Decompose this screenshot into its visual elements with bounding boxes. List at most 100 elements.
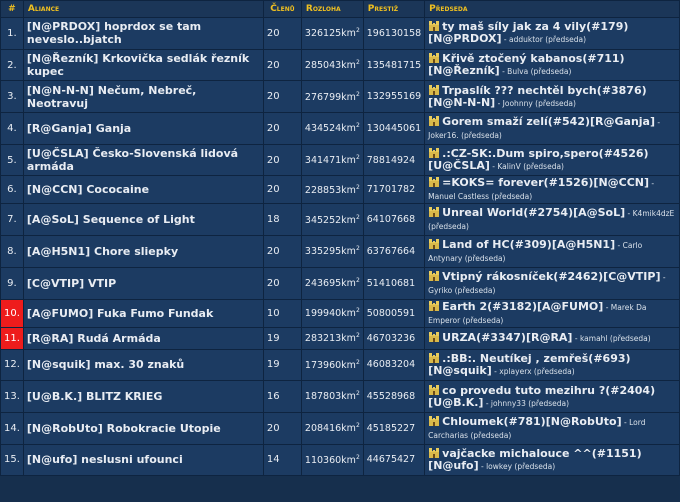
castle-icon bbox=[428, 447, 440, 458]
table-row: 4. [R@Ganja] Ganja 20 434524km2 130445061 Gor… bbox=[1, 113, 679, 144]
capital-link[interactable]: Land of HC(#309)[A@H5N1] bbox=[442, 238, 615, 251]
members-cell: 20 bbox=[263, 81, 301, 113]
header-area[interactable]: Rozloha bbox=[301, 1, 363, 17]
members-cell: 19 bbox=[263, 327, 301, 349]
header-chair: Předseda bbox=[425, 1, 679, 17]
area-cell: 276799km2 bbox=[301, 81, 363, 113]
header-members[interactable]: Členů bbox=[263, 1, 301, 17]
alliance-link[interactable]: [R@RA] Rudá Armáda bbox=[23, 327, 263, 349]
chair-role-label: (předseda) bbox=[461, 130, 502, 140]
chair-role-label: (předseda) bbox=[464, 253, 506, 263]
area-cell: 243695km2 bbox=[301, 267, 363, 299]
capital-link[interactable]: =KOKS= forever(#1526)[N@CCN] bbox=[442, 176, 649, 189]
castle-icon bbox=[428, 270, 440, 281]
members-cell: 14 bbox=[263, 444, 301, 476]
alliance-link[interactable]: [N@Řezník] Krkovička sedlák řezník kupec bbox=[23, 49, 263, 81]
capital-link[interactable]: Earth 2(#3182)[A@FUMO] bbox=[442, 300, 603, 313]
rank-cell: 4. bbox=[1, 113, 23, 144]
alliance-link[interactable]: [N@CCN] Cococaine bbox=[23, 176, 263, 204]
capital-link[interactable]: Vtipný rákosníček(#2462)[C@VTIP] bbox=[442, 270, 660, 283]
members-cell: 10 bbox=[263, 299, 301, 327]
chief-link[interactable]: Joker16. bbox=[428, 131, 459, 140]
prestige-cell: 46703236 bbox=[363, 327, 425, 349]
capital-link[interactable]: Chloumek(#781)[N@RobUto] bbox=[442, 415, 621, 428]
capital-link[interactable]: Unreal World(#2754)[A@SoL] bbox=[442, 206, 625, 219]
alliance-link[interactable]: [N@squik] max. 30 znaků bbox=[23, 349, 263, 381]
chief-link[interactable]: KalinV bbox=[497, 162, 520, 171]
alliance-link[interactable]: [N@RobUto] Robokracie Utopie bbox=[23, 412, 263, 444]
rank-cell: 12. bbox=[1, 349, 23, 381]
chief-link[interactable]: Manuel Castless bbox=[428, 192, 489, 201]
chief-link[interactable]: Gyriko bbox=[428, 286, 452, 295]
table-row: 10. [A@FUMO] Fuka Fumo Fundak 10 199940km2 5… bbox=[1, 299, 679, 327]
chair-cell: Křivě ztočený kabanos(#711)[N@Řezník] - … bbox=[425, 49, 679, 81]
table-row: 8. [A@H5N1] Chore sliepky 20 335295km2 63767… bbox=[1, 236, 679, 267]
alliance-link[interactable]: [N@ufo] neslusni ufounci bbox=[23, 444, 263, 476]
table-row: 9. [C@VTIP] VTIP 20 243695km2 51410681 Vtipný… bbox=[1, 267, 679, 299]
castle-icon bbox=[428, 300, 440, 311]
prestige-cell: 44675427 bbox=[363, 444, 425, 476]
capital-link[interactable]: Gorem smaží zelí(#542)[R@Ganja] bbox=[442, 115, 655, 128]
chair-role-label: (předseda) bbox=[609, 334, 651, 343]
chair-cell: ty maš síly jak za 4 vily(#179)[N@PRDOX]… bbox=[425, 18, 679, 49]
chair-role-label: (předseda) bbox=[454, 285, 496, 295]
alliance-link[interactable]: [A@FUMO] Fuka Fumo Fundak bbox=[23, 299, 263, 327]
area-cell: 110360km2 bbox=[301, 444, 363, 476]
rank-cell: 13. bbox=[1, 381, 23, 412]
table-row: 11. [R@RA] Rudá Armáda 19 283213km2 46703236… bbox=[1, 327, 679, 349]
prestige-cell: 45185227 bbox=[363, 412, 425, 444]
alliance-link[interactable]: [C@VTIP] VTIP bbox=[23, 267, 263, 299]
chief-link[interactable]: Joohnny bbox=[503, 99, 533, 108]
table-row: 6. [N@CCN] Cococaine 20 228853km2 71701782 =K… bbox=[1, 176, 679, 204]
alliance-link[interactable]: [R@Ganja] Ganja bbox=[23, 113, 263, 144]
header-alliance[interactable]: Aliance bbox=[23, 1, 263, 17]
header-prestige[interactable]: Prestiž bbox=[363, 1, 425, 17]
castle-icon bbox=[428, 238, 440, 249]
area-cell: 199940km2 bbox=[301, 299, 363, 327]
chair-role-label: (předseda) bbox=[530, 67, 572, 77]
castle-icon bbox=[428, 84, 440, 95]
chief-link[interactable]: adduktor bbox=[509, 35, 543, 44]
members-cell: 19 bbox=[263, 349, 301, 381]
castle-icon bbox=[428, 20, 440, 32]
castle-icon bbox=[428, 147, 440, 159]
prestige-cell: 196130158 bbox=[363, 18, 425, 49]
rank-cell: 7. bbox=[1, 204, 23, 236]
castle-icon bbox=[428, 331, 440, 342]
alliance-link[interactable]: [N@PRDOX] hoprdox se tam neveslo..bjatch bbox=[23, 18, 263, 49]
chair-role-label: (předseda) bbox=[545, 35, 587, 45]
members-cell: 20 bbox=[263, 113, 301, 144]
area-cell: 173960km2 bbox=[301, 349, 363, 381]
alliance-link[interactable]: [A@H5N1] Chore sliepky bbox=[23, 236, 263, 267]
alliance-link[interactable]: [N@N-N-N] Nečum, Nebreč, Neotravuj bbox=[23, 81, 263, 113]
chair-role-label: (předseda) bbox=[462, 315, 504, 325]
chief-link[interactable]: kamahl bbox=[580, 334, 608, 343]
alliance-link[interactable]: [A@SoL] Sequence of Light bbox=[23, 204, 263, 236]
area-cell: 285043km2 bbox=[301, 49, 363, 81]
capital-link[interactable]: URZA(#3347)[R@RA] bbox=[442, 331, 572, 344]
area-cell: 187803km2 bbox=[301, 381, 363, 412]
chief-link[interactable]: xplayerx bbox=[499, 367, 531, 376]
table-row: 13. [U@B.K.] BLITZ KRIEG 16 187803km2 455289… bbox=[1, 381, 679, 412]
chief-link[interactable]: johnny33 bbox=[491, 399, 526, 408]
chair-role-label: (předseda) bbox=[523, 162, 564, 172]
area-cell: 345252km2 bbox=[301, 204, 363, 236]
prestige-cell: 78814924 bbox=[363, 144, 425, 176]
prestige-cell: 71701782 bbox=[363, 176, 425, 204]
chair-cell: Land of HC(#309)[A@H5N1] - Carlo Antynar… bbox=[425, 236, 679, 267]
members-cell: 20 bbox=[263, 144, 301, 176]
table-row: 2. [N@Řezník] Krkovička sedlák řezník kup… bbox=[1, 49, 679, 81]
chief-link[interactable]: K4mik4dzE bbox=[633, 209, 675, 218]
prestige-cell: 50800591 bbox=[363, 299, 425, 327]
castle-icon bbox=[428, 52, 440, 64]
chief-link[interactable]: lowkey bbox=[486, 462, 512, 471]
castle-icon bbox=[428, 415, 440, 426]
chief-link[interactable]: Bulva bbox=[507, 67, 528, 76]
prestige-cell: 46083204 bbox=[363, 349, 425, 381]
chair-role-label: (předseda) bbox=[491, 192, 533, 202]
chair-cell: URZA(#3347)[R@RA] - kamahl (předseda) bbox=[425, 327, 679, 349]
members-cell: 20 bbox=[263, 18, 301, 49]
alliance-link[interactable]: [U@ČSLA] Česko-Slovenská lidová armáda bbox=[23, 144, 263, 176]
alliance-link[interactable]: [U@B.K.] BLITZ KRIEG bbox=[23, 381, 263, 412]
prestige-cell: 51410681 bbox=[363, 267, 425, 299]
